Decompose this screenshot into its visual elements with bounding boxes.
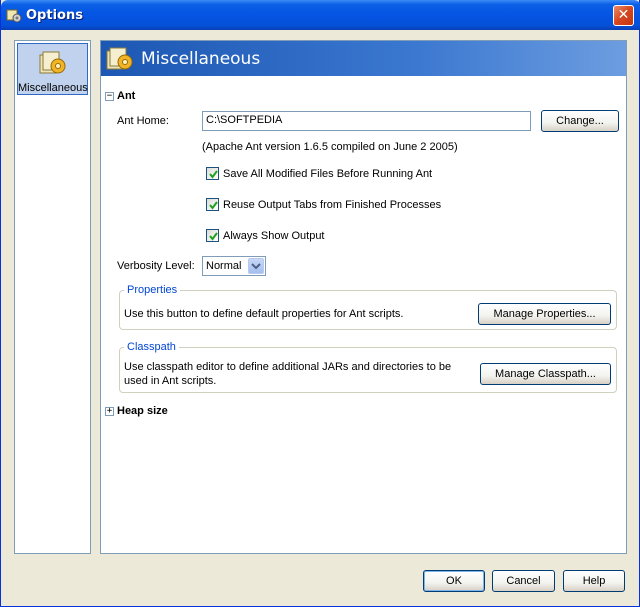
ok-button-label: OK	[446, 575, 462, 587]
cancel-button[interactable]: Cancel	[492, 570, 555, 592]
chevron-down-icon[interactable]	[248, 258, 264, 274]
save-all-checkbox[interactable]	[206, 167, 219, 180]
always-show-output-label: Always Show Output	[223, 230, 325, 242]
category-label: Miscellaneous	[18, 82, 88, 94]
manage-properties-label: Manage Properties...	[493, 308, 596, 320]
ok-button[interactable]: OK	[423, 570, 485, 592]
manage-classpath-label: Manage Classpath...	[495, 368, 596, 380]
verbosity-label: Verbosity Level:	[117, 260, 195, 272]
classpath-description-line2: used in Ant scripts.	[124, 375, 217, 387]
always-show-output-checkbox[interactable]	[206, 229, 219, 242]
classpath-legend: Classpath	[124, 341, 179, 353]
save-all-label: Save All Modified Files Before Running A…	[223, 168, 433, 180]
reuse-tabs-label: Reuse Output Tabs from Finished Processe…	[223, 199, 442, 211]
help-button-label: Help	[582, 575, 606, 587]
properties-description: Use this button to define default proper…	[124, 308, 404, 320]
title-bar[interactable]: Options ✕	[1, 0, 640, 30]
heap-section-title: Heap size	[117, 405, 168, 417]
close-icon: ✕	[617, 7, 630, 23]
plus-icon: +	[106, 406, 113, 416]
ant-home-field[interactable]: C:\SOFTPEDIA	[202, 111, 531, 131]
checkmark-icon	[209, 201, 218, 210]
close-button[interactable]: ✕	[613, 5, 634, 26]
window-title: Options	[26, 8, 83, 23]
change-button-label: Change...	[556, 115, 604, 127]
category-list: Miscellaneous	[14, 40, 91, 554]
minus-icon: −	[106, 91, 113, 101]
checkmark-icon	[209, 232, 218, 241]
manage-properties-button[interactable]: Manage Properties...	[478, 303, 611, 325]
ant-home-label: Ant Home:	[117, 115, 169, 127]
change-button[interactable]: Change...	[541, 110, 619, 132]
ant-section-title: Ant	[117, 90, 136, 102]
ant-version-info: (Apache Ant version 1.6.5 compiled on Ju…	[202, 141, 458, 153]
options-window: Options ✕ Miscellaneous Miscellaneous − …	[0, 0, 640, 607]
reuse-tabs-checkbox[interactable]	[206, 198, 219, 211]
gear-folder-icon	[106, 47, 133, 70]
panel-header: Miscellaneous	[101, 41, 626, 76]
verbosity-select[interactable]: Normal	[202, 256, 266, 276]
gear-folder-icon	[39, 51, 66, 74]
help-button[interactable]: Help	[563, 570, 625, 592]
verbosity-value: Normal	[206, 260, 242, 272]
heap-expand-toggle[interactable]: +	[105, 407, 114, 416]
settings-panel: Miscellaneous − Ant Ant Home: C:\SOFTPED…	[100, 40, 627, 554]
classpath-description-line1: Use classpath editor to define additiona…	[124, 361, 452, 373]
category-item-miscellaneous[interactable]: Miscellaneous	[17, 43, 88, 95]
properties-legend: Properties	[124, 284, 181, 296]
checkmark-icon	[209, 170, 218, 179]
ant-collapse-toggle[interactable]: −	[105, 92, 114, 101]
cancel-button-label: Cancel	[506, 575, 541, 587]
panel-title: Miscellaneous	[141, 49, 261, 69]
ant-home-value: C:\SOFTPEDIA	[206, 114, 283, 126]
manage-classpath-button[interactable]: Manage Classpath...	[480, 363, 611, 385]
app-icon	[6, 9, 22, 23]
